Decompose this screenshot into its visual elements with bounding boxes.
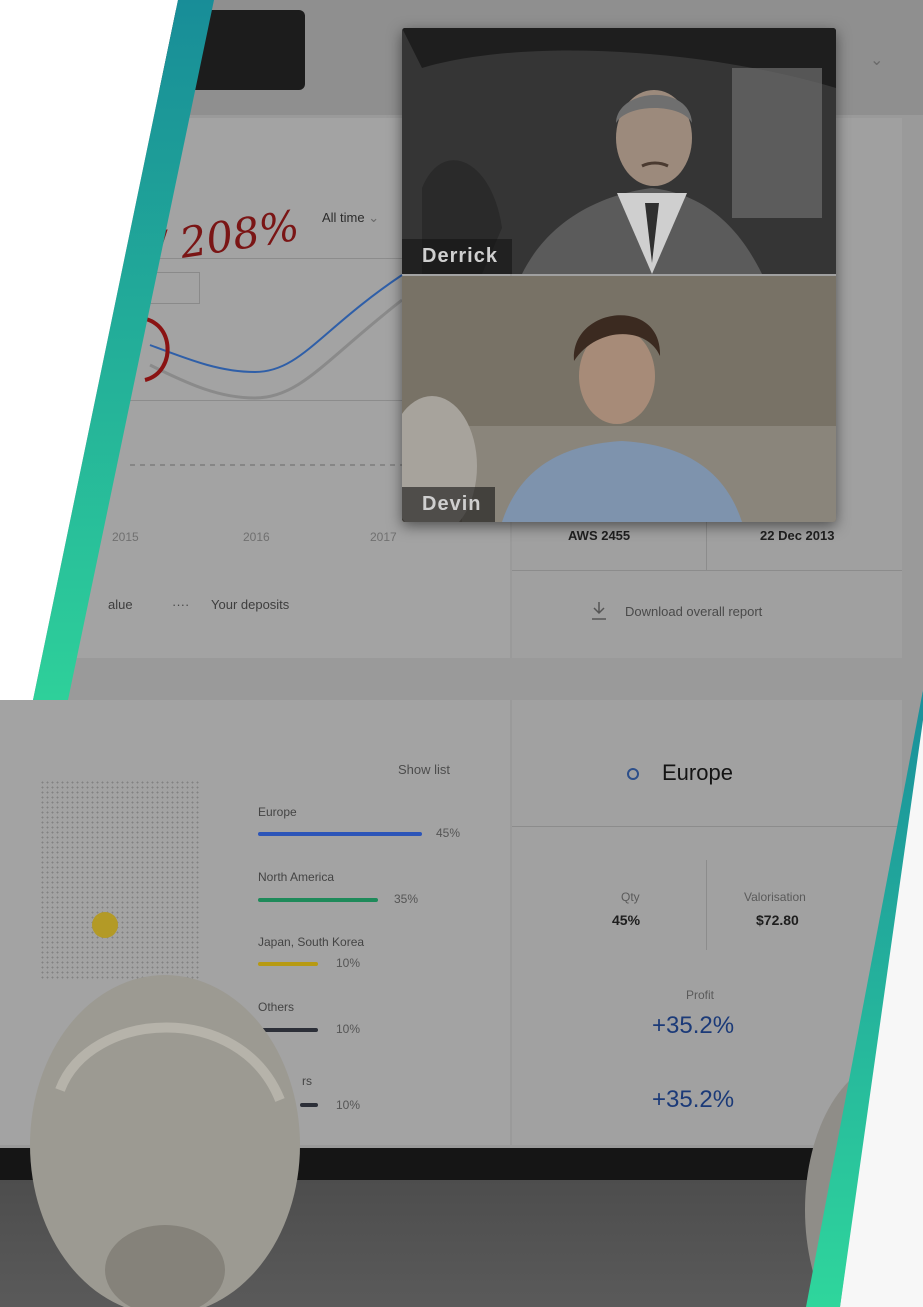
qty-value: 45% [612, 912, 641, 928]
map-marker[interactable] [92, 912, 118, 938]
region-label: North America [258, 870, 335, 884]
participant-name: Devin [402, 487, 496, 522]
value-line [149, 274, 403, 374]
audience-head [30, 975, 300, 1307]
valorisation-label: Valorisation [744, 890, 806, 904]
region-label: Japan, South Korea [258, 935, 365, 949]
region-pct: 45% [436, 826, 461, 840]
report-date: 22 Dec 2013 [760, 528, 835, 543]
year-tick: 2016 [243, 530, 270, 544]
region-label: Europe [258, 805, 297, 819]
report-code: AWS 2455 [568, 528, 631, 543]
region-bar [258, 832, 422, 836]
audience-head [805, 1060, 923, 1307]
region-title: Europe [662, 760, 733, 785]
video-call-window[interactable]: Derrick Devin [402, 28, 836, 522]
legend-dots: ···· [172, 597, 190, 612]
download-report-link[interactable]: Download overall report [625, 604, 762, 619]
world-map [40, 780, 200, 980]
download-icon[interactable] [590, 600, 608, 622]
participant-video [402, 28, 836, 274]
shadow-line [149, 298, 403, 400]
participant-video [402, 276, 836, 522]
divider [706, 860, 707, 950]
divider [512, 826, 902, 827]
year-tick: 2017 [370, 530, 397, 544]
region-pct: 35% [394, 892, 419, 906]
year-tick: 2015 [112, 530, 139, 544]
participant-tile[interactable]: Derrick [402, 28, 836, 274]
region-bar [258, 962, 318, 966]
valorisation-value: $72.80 [756, 912, 799, 928]
profit-value: +35.2% [652, 1012, 735, 1039]
qty-label: Qty [621, 890, 640, 904]
participant-tile[interactable]: Devin [402, 276, 836, 522]
profit-value: +35.2% [652, 1086, 735, 1113]
participant-name: Derrick [402, 239, 512, 274]
region-dot-icon [627, 768, 639, 780]
region-bar [258, 898, 378, 902]
region-pct: 10% [336, 956, 361, 970]
show-list-link[interactable]: Show list [398, 762, 450, 777]
legend-deposits-label: Your deposits [211, 597, 290, 612]
presentation-scene: ⌄ / 208% All time ⌄ 2015 2016 2017 alue … [0, 0, 923, 1307]
legend-value-label: alue [108, 597, 133, 612]
profit-label: Profit [686, 988, 715, 1002]
